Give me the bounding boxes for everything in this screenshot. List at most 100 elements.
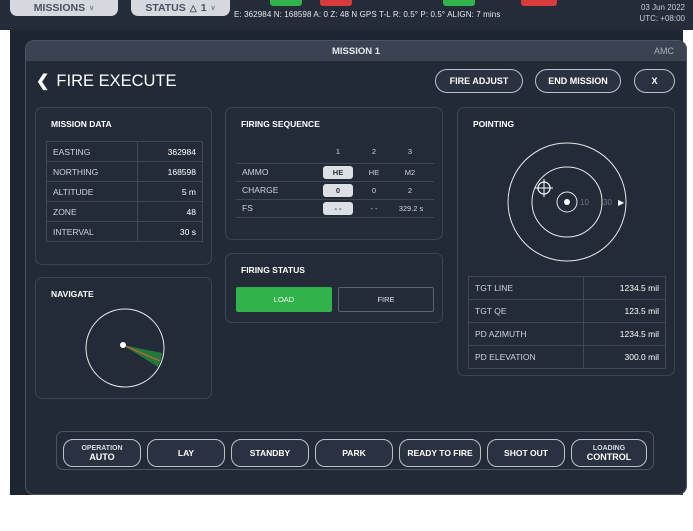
row-divider: [236, 199, 434, 200]
bell-icon: △: [189, 2, 197, 13]
operation-label: OPERATION: [81, 444, 123, 452]
fire-button[interactable]: FIRE: [338, 287, 434, 312]
missions-label: MISSIONS: [33, 2, 86, 14]
ammo-chip-3[interactable]: M2: [395, 166, 425, 179]
row-label: TGT QE: [467, 299, 585, 323]
table-row: INTERVAL 30 s: [45, 221, 203, 242]
navigate-panel: NAVIGATE: [35, 277, 212, 399]
status-label: STATUS: [145, 2, 186, 14]
fs-chip-2[interactable]: - -: [359, 202, 389, 215]
row-label: NORTHING: [45, 161, 139, 182]
back-chevron-icon[interactable]: ❮: [36, 71, 49, 91]
row-label: EASTING: [45, 141, 139, 162]
table-row: NORTHING 168598: [45, 161, 203, 182]
shot-out-button[interactable]: SHOT OUT: [487, 439, 565, 467]
row-divider: [236, 163, 434, 164]
loading-control-button[interactable]: LOADING CONTROL: [571, 439, 647, 467]
row-value: 168598: [137, 161, 203, 182]
chevron-down-icon: ∨: [89, 5, 95, 12]
pointing-panel: POINTING 10 30 ▶ TGT LINE 1234.5 mil TGT …: [457, 107, 675, 376]
status-led-green: [270, 0, 302, 6]
crosshair-icon: [535, 179, 553, 197]
row-label: ALTITUDE: [45, 181, 139, 202]
row-value: 300.0 mil: [583, 345, 666, 369]
charge-chip-3[interactable]: 2: [395, 184, 425, 197]
fs-chip-1[interactable]: - -: [323, 202, 353, 215]
bottom-action-bar: OPERATION AUTO LAY STANDBY PARK READY TO …: [56, 431, 654, 470]
row-label: INTERVAL: [45, 221, 139, 242]
row-divider: [236, 217, 434, 218]
firing-sequence-title: FIRING SEQUENCE: [241, 119, 320, 129]
mission-data-title: MISSION DATA: [51, 119, 112, 129]
ring-label-30: 30: [603, 198, 612, 207]
window-header: MISSION 1 AMC: [26, 41, 686, 61]
page-title[interactable]: ❮ FIRE EXECUTE: [36, 71, 177, 91]
utc-text: UTC: +08:00: [639, 14, 685, 23]
navigation-sector: [123, 345, 162, 367]
status-led-red: [320, 0, 352, 6]
loading-control-label: CONTROL: [586, 451, 632, 462]
row-label: ZONE: [45, 201, 139, 222]
row-value: 48: [137, 201, 203, 222]
page-title-text: FIRE EXECUTE: [56, 71, 177, 90]
table-row: TGT QE 123.5 mil: [467, 299, 666, 323]
row-value: 1234.5 mil: [583, 322, 666, 346]
status-led-green: [443, 0, 475, 6]
mission-data-panel: MISSION DATA EASTING 362984 NORTHING 16859…: [35, 107, 212, 265]
row-label: PD ELEVATION: [467, 345, 585, 369]
ammo-label: AMMO: [242, 167, 269, 177]
fs-label: FS: [242, 203, 253, 213]
operation-auto-button[interactable]: OPERATION AUTO: [63, 439, 141, 467]
row-label: TGT LINE: [467, 276, 585, 300]
close-button[interactable]: X: [634, 69, 675, 93]
date-text: 03 Jun 2022: [640, 3, 685, 12]
charge-chip-2[interactable]: 0: [359, 184, 389, 197]
navigation-compass: [85, 308, 165, 388]
status-menu[interactable]: STATUS △ 1 ∨: [131, 0, 230, 16]
park-button[interactable]: PARK: [315, 439, 393, 467]
row-value: 1234.5 mil: [583, 276, 666, 300]
end-mission-button[interactable]: END MISSION: [535, 69, 621, 93]
firing-status-panel: FIRING STATUS LOAD FIRE: [225, 253, 443, 323]
table-row: PD AZIMUTH 1234.5 mil: [467, 322, 666, 346]
fs-chip-3[interactable]: 329.2 s: [392, 202, 430, 215]
ready-to-fire-button[interactable]: READY TO FIRE: [399, 439, 481, 467]
charge-chip-1[interactable]: 0: [323, 184, 353, 197]
compass-ring: [85, 308, 165, 388]
fire-adjust-button[interactable]: FIRE ADJUST: [435, 69, 523, 93]
row-value: 362984: [137, 141, 203, 162]
center-dot: [564, 199, 570, 205]
standby-button[interactable]: STANDBY: [231, 439, 309, 467]
column-header: 2: [371, 147, 377, 156]
date-time: 03 Jun 2022 UTC: +08:00: [611, 0, 693, 24]
ammo-chip-1[interactable]: HE: [323, 166, 353, 179]
row-value: 123.5 mil: [583, 299, 666, 323]
table-row: ALTITUDE 5 m: [45, 181, 203, 202]
status-led-red: [521, 0, 557, 6]
window-title: MISSION 1: [331, 45, 381, 57]
chevron-down-icon: ∨: [210, 5, 216, 12]
operation-mode: AUTO: [89, 451, 115, 462]
mission-data-table: EASTING 362984 NORTHING 168598 ALTITUDE 5 m…: [45, 141, 203, 242]
play-triangle-icon: ▶: [618, 198, 625, 207]
position-readout: E: 362984 N: 168598 A: 0 Z: 48 N GPS T-L…: [234, 10, 501, 19]
pointing-scope: 10 30 ▶: [507, 142, 627, 262]
table-row: ZONE 48: [45, 201, 203, 222]
firing-status-title: FIRING STATUS: [241, 265, 305, 275]
window-tag: AMC: [654, 46, 674, 56]
ammo-chip-2[interactable]: HE: [359, 166, 389, 179]
row-label: PD AZIMUTH: [467, 322, 585, 346]
mission-window: MISSION 1 AMC ❮ FIRE EXECUTE FIRE ADJUST…: [25, 40, 687, 495]
missions-menu[interactable]: MISSIONS ∨: [10, 0, 118, 16]
row-value: 30 s: [137, 221, 203, 242]
load-button[interactable]: LOAD: [236, 287, 332, 312]
table-row: EASTING 362984: [45, 141, 203, 162]
status-count: 1: [200, 2, 207, 14]
pointing-title: POINTING: [473, 119, 515, 129]
row-value: 5 m: [137, 181, 203, 202]
row-divider: [236, 181, 434, 182]
lay-button[interactable]: LAY: [147, 439, 225, 467]
firing-sequence-panel: FIRING SEQUENCE 1 2 3 AMMO CHARGE FS HE …: [225, 107, 443, 240]
column-header: 3: [407, 147, 413, 156]
loading-label: LOADING: [592, 444, 626, 452]
